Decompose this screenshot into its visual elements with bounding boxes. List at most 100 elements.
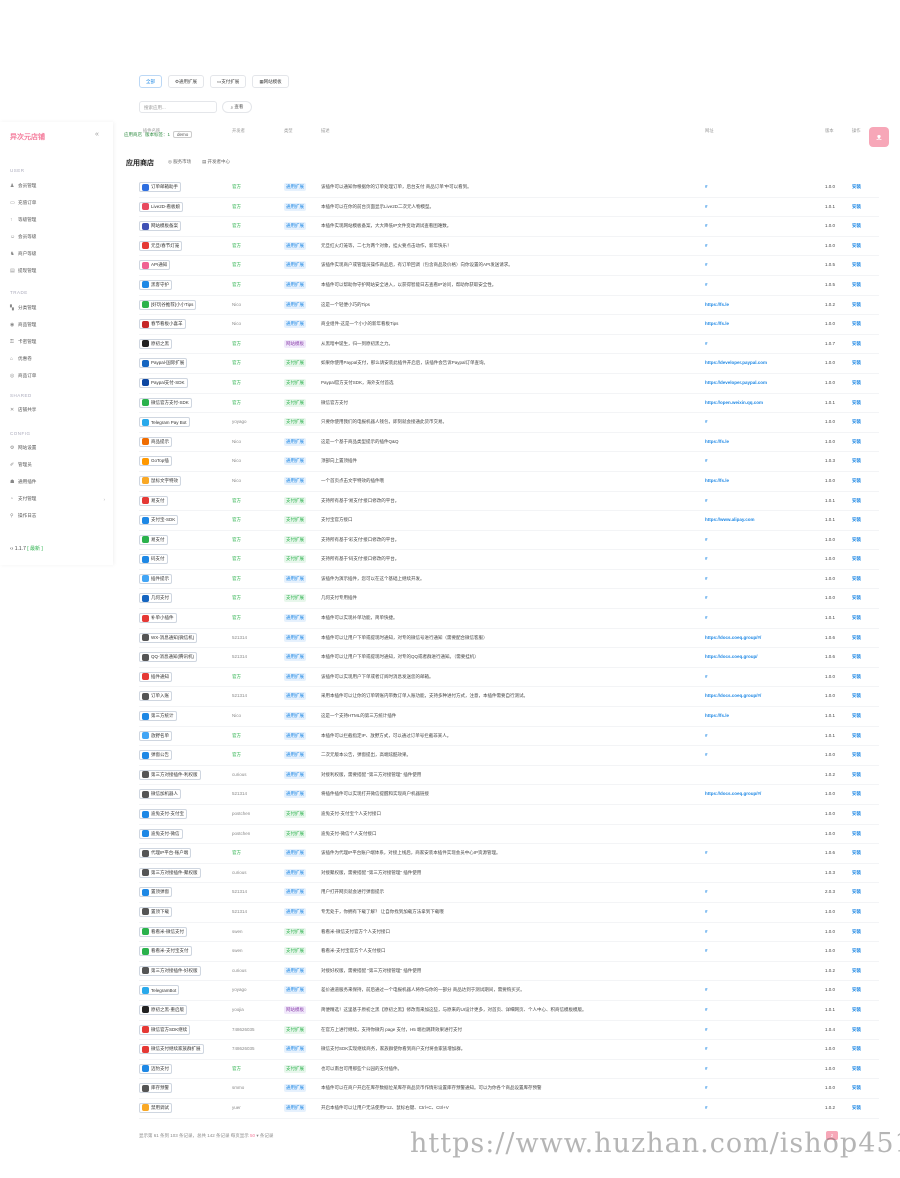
plugin-link[interactable]: # [705,929,815,934]
sidebar-item-share[interactable]: ✕ 店铺共享 [10,404,105,416]
search-button[interactable]: ⌕ 查看 [222,101,252,113]
install-button[interactable]: 安装 [852,693,861,699]
install-button[interactable]: 安装 [852,321,861,327]
plugin-name[interactable]: 易支付 [139,534,229,545]
plugin-name[interactable]: 几何支付 [139,593,229,604]
plugin-name[interactable]: 库存预警 [139,1083,229,1094]
plugin-name[interactable]: 代理IP平台-账户端 [139,848,229,859]
plugin-name[interactable]: 置顶下载 [139,906,229,917]
sidebar-item-admin[interactable]: ✐ 管理员 [10,459,105,471]
sidebar-item-settings[interactable]: ⚙ 网站设置 [10,442,105,454]
install-button[interactable]: 安装 [852,537,861,543]
sidebar-item-order[interactable]: ◎ 商品订单 [10,370,105,382]
sidebar-item-log[interactable]: ⚲ 操作日志 [10,510,105,522]
install-button[interactable]: 安装 [852,831,861,837]
plugin-name[interactable]: 补单小插件 [139,613,229,624]
plugin-name[interactable]: 微信支付继续家族群扩展 [139,1044,229,1055]
sidebar-item-goods[interactable]: ◉ 商品管理 [10,319,105,331]
plugin-name[interactable]: 微信官方SDK继续 [139,1024,229,1035]
plugin-name[interactable]: QQ-消息通知(腾讯机) [139,652,229,663]
install-button[interactable]: 安装 [852,1085,861,1091]
sidebar-item-coupon[interactable]: ⌂ 优惠卷 [10,353,105,365]
plugin-name[interactable]: 禁用调试 [139,1102,229,1113]
install-button[interactable]: 安装 [852,909,861,915]
per-page-select[interactable]: 50 [250,1133,255,1138]
plugin-name[interactable]: 插件提示 [139,573,229,584]
install-button[interactable]: 安装 [852,870,861,876]
plugin-link[interactable]: # [705,1007,815,1012]
plugin-name[interactable]: 看看米-支付宝支付 [139,946,229,957]
install-button[interactable]: 安装 [852,380,861,386]
plugin-name[interactable]: Telegram Pay Bot [139,417,229,428]
sidebar-item-pay[interactable]: ◔ 支付管理 › [10,493,105,505]
plugin-name[interactable]: 易支付 [139,495,229,506]
install-button[interactable]: 安装 [852,1105,861,1111]
plugin-name[interactable]: Live2D-看板娘 [139,201,229,212]
plugin-link[interactable]: # [705,1046,815,1051]
plugin-link[interactable]: # [705,1066,815,1071]
plugin-link[interactable]: # [705,674,815,679]
install-button[interactable]: 安装 [852,713,861,719]
plugin-link[interactable]: https://fs.le [705,439,815,444]
plugin-link[interactable]: # [705,1085,815,1090]
install-button[interactable]: 安装 [852,1046,861,1052]
plugin-link[interactable]: # [705,419,815,424]
install-button[interactable]: 安装 [852,458,861,464]
install-button[interactable]: 安装 [852,341,861,347]
install-button[interactable]: 安装 [852,635,861,641]
plugin-link[interactable]: https://docs.coeq.group/ [705,654,815,659]
install-button[interactable]: 安装 [852,733,861,739]
collapse-icon[interactable]: « [95,131,99,138]
plugin-link[interactable]: https://developer.paypal.com [705,380,815,385]
plugin-link[interactable]: # [705,948,815,953]
install-button[interactable]: 安装 [852,987,861,993]
plugin-name[interactable]: 第三方对接插件-聚权版 [139,867,229,878]
plugin-link[interactable]: # [705,615,815,620]
plugin-name[interactable]: 网站模板备案 [139,221,229,232]
sidebar-item-group[interactable]: ☺ 会员等级 [10,231,105,243]
plugin-name[interactable]: 黑客守护 [139,279,229,290]
plugin-link[interactable]: # [705,243,815,248]
plugin-link[interactable]: # [705,909,815,914]
plugin-link[interactable]: # [705,752,815,757]
plugin-name[interactable]: 看看米-微信支付 [139,926,229,937]
plugin-name[interactable]: 弹窗公告 [139,750,229,761]
plugin-link[interactable]: https://docs.coeq.group/#/ [705,635,815,640]
plugin-link[interactable]: https://docs.coeq.group/#/ [705,791,815,796]
plugin-link[interactable]: # [705,204,815,209]
install-button[interactable]: 安装 [852,929,861,935]
install-button[interactable]: 安装 [852,1066,861,1072]
plugin-link[interactable]: https://fs.le [705,478,815,483]
plugin-link[interactable]: # [705,595,815,600]
plugin-name[interactable]: Paypal-国际扩展 [139,358,229,369]
plugin-link[interactable]: # [705,262,815,267]
install-button[interactable]: 安装 [852,948,861,954]
sidebar-item-merchant[interactable]: ♞ 商户等级 [10,248,105,260]
plugin-name[interactable]: TelegramBot [139,985,229,996]
plugin-link[interactable]: # [705,987,815,992]
install-button[interactable]: 安装 [852,419,861,425]
plugin-link[interactable]: https://www.alipay.com [705,517,815,522]
sidebar-item-plugin[interactable]: ☗ 通用插件 [10,476,105,488]
plugin-name[interactable]: 置顶弹窗 [139,887,229,898]
plugin-name[interactable]: 迪兔支付-支付宝 [139,809,229,819]
plugin-name[interactable]: 商品提示 [139,436,229,447]
plugin-link[interactable]: # [705,850,815,855]
install-button[interactable]: 安装 [852,360,861,366]
plugin-link[interactable]: # [705,184,815,189]
install-button[interactable]: 安装 [852,498,861,504]
plugin-name[interactable]: Paypal支付-SDK [139,377,229,388]
install-button[interactable]: 安装 [852,262,861,268]
install-button[interactable]: 安装 [852,752,861,758]
plugin-name[interactable]: 第三方统计 [139,711,229,722]
plugin-name[interactable]: 第三方对接插件-好权版 [139,965,229,976]
plugin-name[interactable]: 元旦/春节灯笼 [139,240,229,251]
install-button[interactable]: 安装 [852,223,861,229]
plugin-name[interactable]: [好玩谷推荐]小小Tips [139,299,229,310]
plugin-name[interactable]: 放野名单 [139,730,229,741]
sidebar-item-key[interactable]: ⚿ 卡密管理 [10,336,105,348]
search-input[interactable]: 搜索应用... [139,101,217,113]
sidebar-item-category[interactable]: ▚ 分类管理 [10,302,105,314]
filter-general[interactable]: ⚙ 通用扩展 [168,75,205,88]
install-button[interactable]: 安装 [852,968,861,974]
